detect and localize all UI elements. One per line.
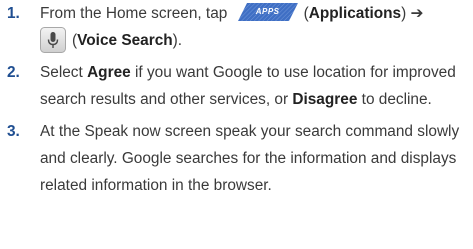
voice-close-paren: ). — [172, 32, 183, 49]
step-text: At the Speak now screen speak your searc… — [40, 123, 460, 194]
step-2-before: Select — [40, 64, 83, 81]
apps-icon: APPS — [237, 2, 298, 21]
apps-icon-label: APPS — [255, 6, 280, 16]
agree-keyword: Agree — [87, 64, 131, 81]
step-3: 3. At the Speak now screen speak your se… — [0, 118, 473, 199]
step-text: Select Agree if you want Google to use l… — [40, 59, 470, 113]
step-number: 1. — [7, 5, 20, 22]
microphone-icon — [40, 26, 66, 53]
microphone-icon-graphic — [40, 26, 66, 53]
arrow-icon: ➔ — [410, 5, 424, 22]
applications-keyword: Applications — [308, 5, 402, 22]
disagree-keyword: Disagree — [292, 91, 358, 108]
steps-list: 1. From the Home screen, tap APPS (Appli… — [0, 0, 473, 199]
step-number: 3. — [7, 123, 20, 140]
step-1: 1. From the Home screen, tap APPS (Appli… — [0, 0, 473, 54]
apps-close-paren: ) — [401, 5, 407, 22]
instructions-document: 1. From the Home screen, tap APPS (Appli… — [0, 0, 473, 199]
step-text: From the Home screen, tap APPS (Applicat… — [40, 0, 470, 54]
step-2: 2. Select Agree if you want Google to us… — [0, 59, 473, 113]
voice-search-keyword: Voice Search — [77, 32, 173, 49]
step-1-prefix: From the Home screen, tap — [40, 5, 228, 22]
step-2-after: to decline. — [361, 91, 432, 108]
step-number: 2. — [7, 64, 20, 81]
